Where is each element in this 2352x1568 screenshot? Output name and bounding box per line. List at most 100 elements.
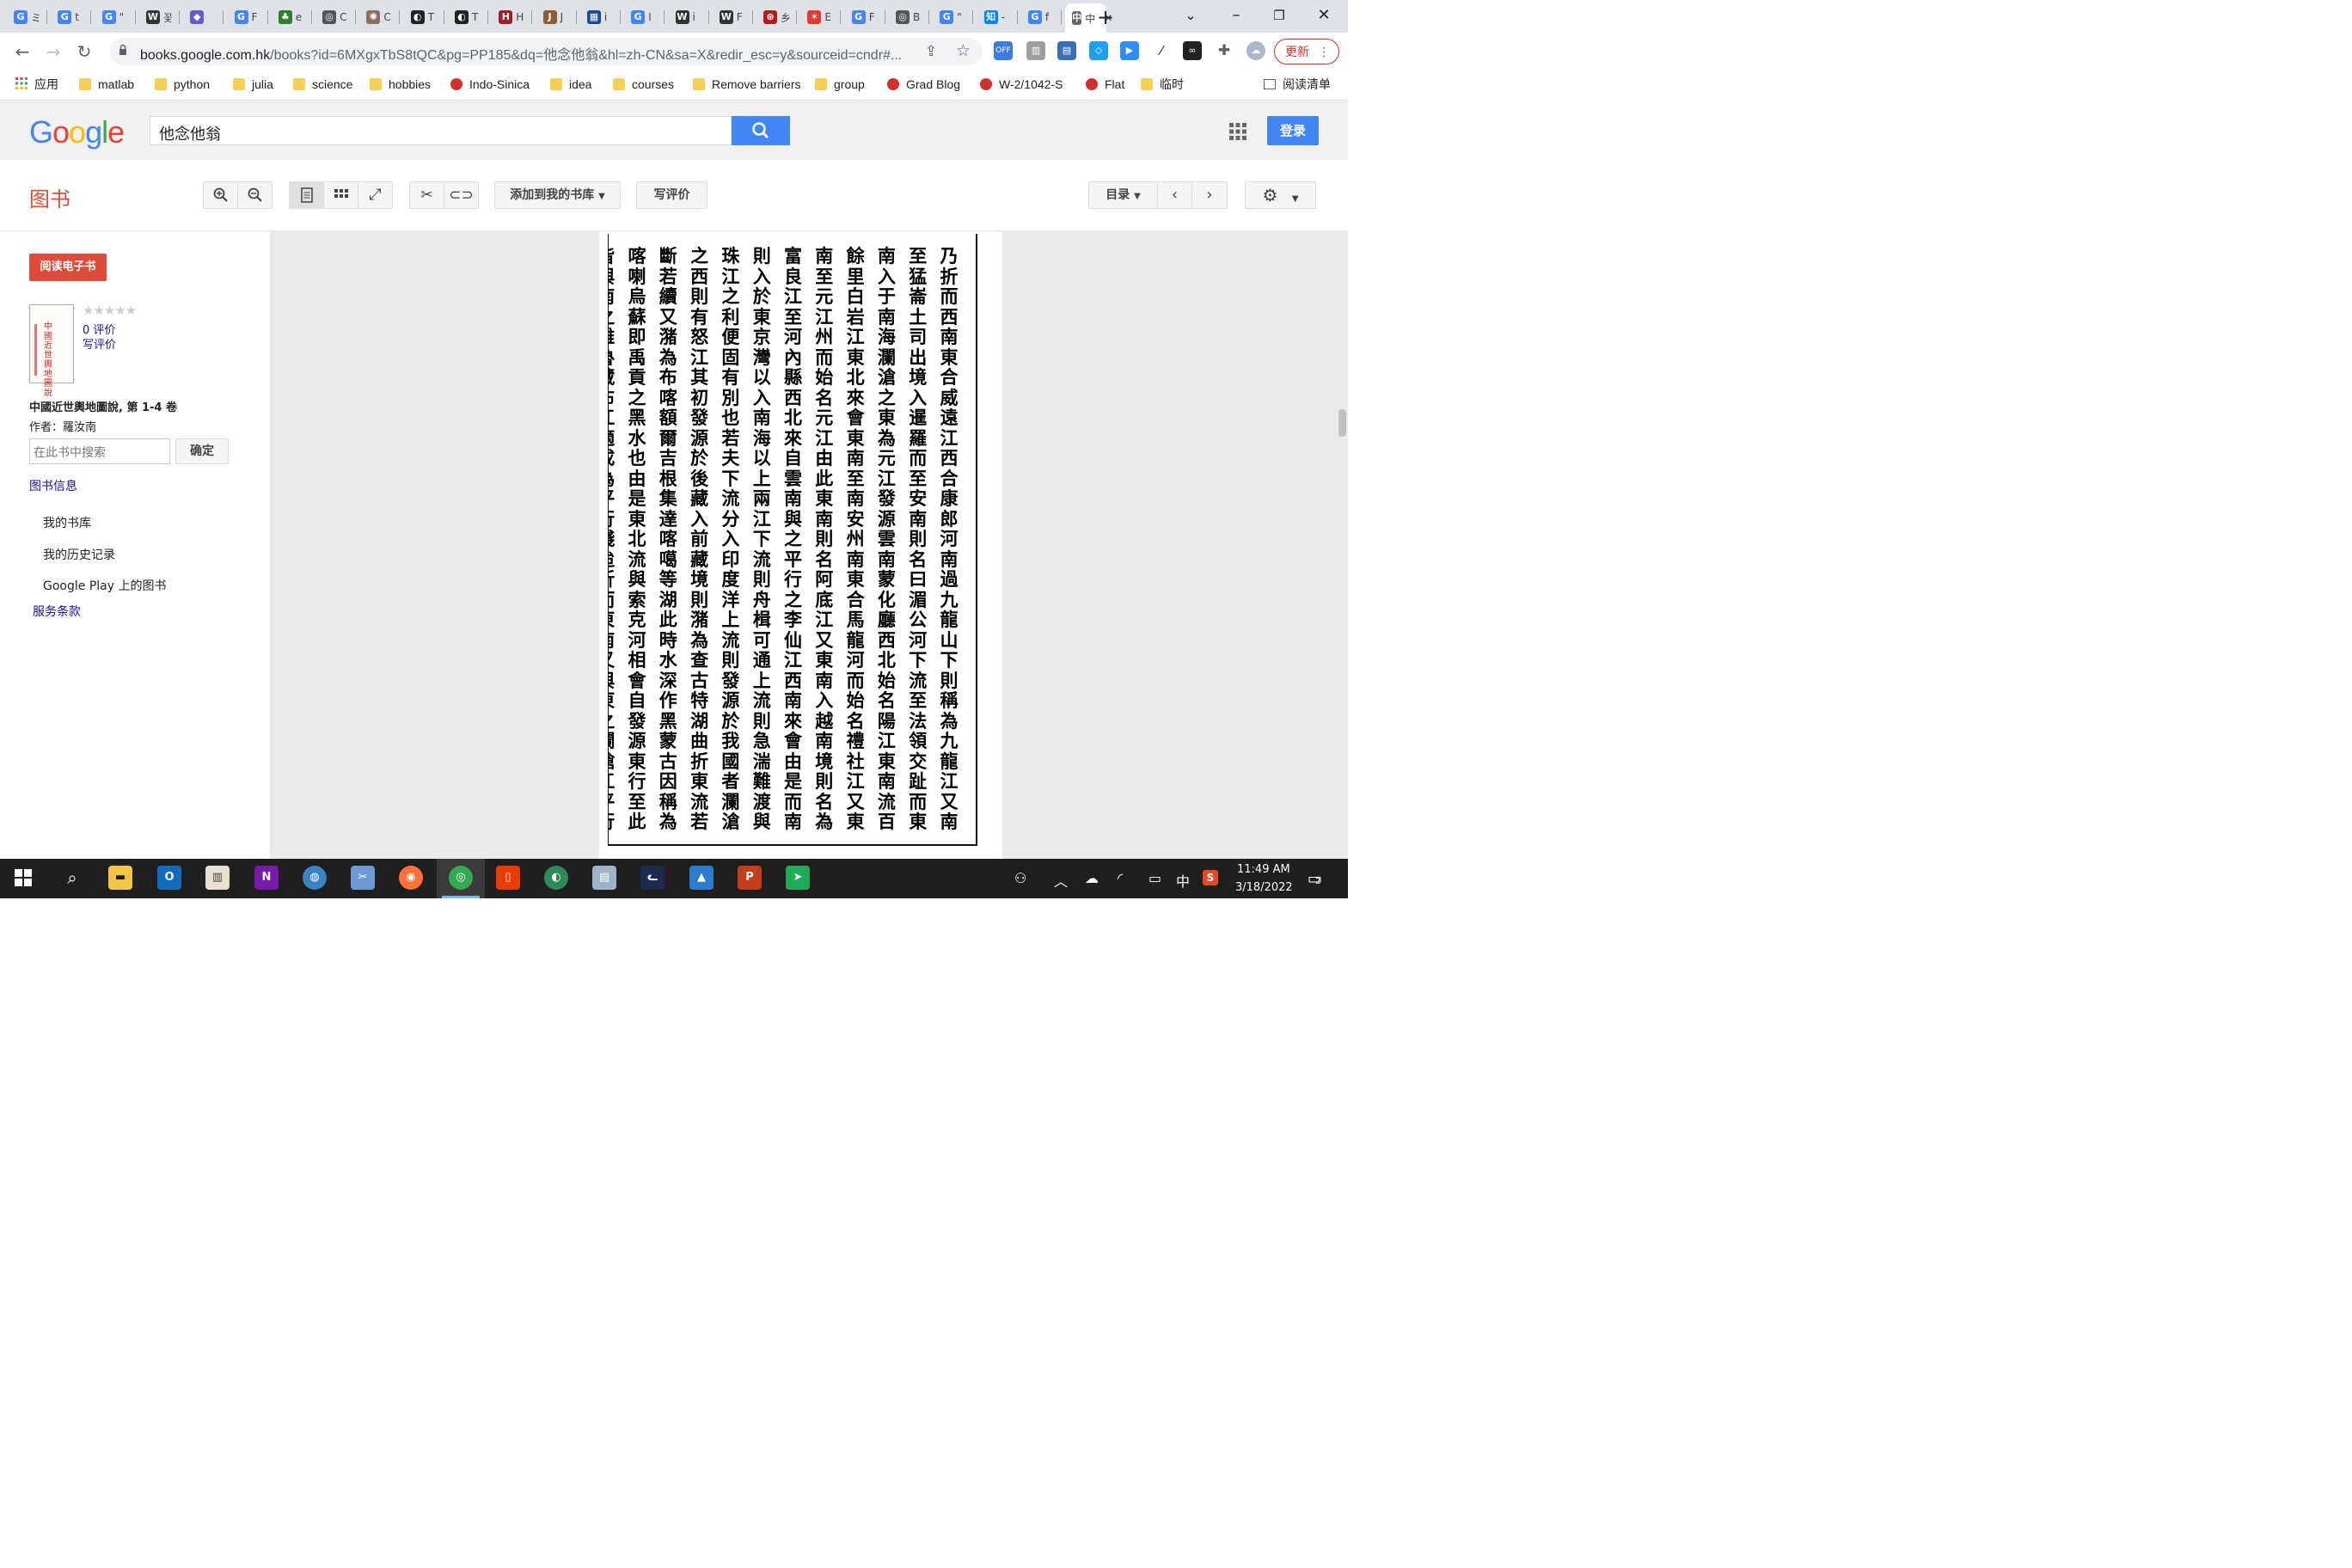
share-icon[interactable]: ⇪ bbox=[925, 43, 937, 60]
notifications-icon[interactable]: ▭2 bbox=[1308, 870, 1322, 888]
browser-tab[interactable]: ▦ i bbox=[580, 5, 621, 29]
extensions-puzzle-icon[interactable]: ✚ bbox=[1215, 41, 1234, 60]
books-section-title[interactable]: 图书 bbox=[29, 182, 70, 212]
start-button[interactable] bbox=[15, 869, 34, 888]
reload-button[interactable]: ↻ bbox=[72, 40, 96, 64]
login-button[interactable]: 登录 bbox=[1267, 116, 1319, 145]
extension-diamond-icon[interactable]: ◇ bbox=[1089, 41, 1108, 60]
single-page-view-button[interactable] bbox=[289, 181, 324, 209]
play-books-link[interactable]: Google Play 上的图书 bbox=[43, 577, 166, 594]
outlook-icon[interactable]: O bbox=[157, 866, 181, 890]
tab-search-icon[interactable]: ⌄ bbox=[1173, 3, 1208, 28]
onenote-icon[interactable]: N bbox=[254, 866, 279, 890]
bookmark-item[interactable]: hobbies bbox=[370, 76, 431, 93]
zoom-in-button[interactable] bbox=[203, 181, 238, 209]
battery-icon[interactable]: ▭ bbox=[1148, 870, 1161, 886]
close-window-button[interactable]: ✕ bbox=[1307, 3, 1341, 28]
terminal-cat-icon[interactable]: ᓚ bbox=[640, 866, 665, 890]
add-to-library-button[interactable]: 添加到我的书库 ▼ bbox=[494, 181, 621, 209]
bookmark-item[interactable]: Grad Blog bbox=[887, 76, 960, 93]
bookmark-item[interactable]: 应用 bbox=[15, 76, 58, 93]
reader-book-icon[interactable]: ▥ bbox=[205, 866, 230, 890]
write-review-link[interactable]: 写评价 bbox=[83, 335, 116, 352]
extension-notebook-icon[interactable]: ▤ bbox=[1057, 41, 1076, 60]
browser-tab[interactable]: ✶ E bbox=[800, 5, 842, 29]
ime-indicator[interactable]: 中 bbox=[1176, 870, 1190, 891]
browser-tab[interactable]: Gf bbox=[1021, 5, 1062, 29]
reading-list-button[interactable]: 阅读清单 bbox=[1264, 76, 1331, 93]
scanner-icon[interactable]: ▤ bbox=[592, 866, 616, 890]
browser-tab[interactable]: WF bbox=[713, 5, 753, 29]
file-explorer-icon[interactable]: ▬ bbox=[108, 866, 132, 890]
search-input[interactable]: 他念他翁 bbox=[150, 116, 732, 145]
app-arrow-icon[interactable]: ➤ bbox=[786, 866, 810, 890]
browser-tab[interactable]: JJ bbox=[536, 5, 577, 29]
show-hidden-icons-chevron[interactable]: ︿ bbox=[1054, 870, 1068, 891]
link-button[interactable]: ⊂⊃ bbox=[444, 181, 479, 209]
extension-book-icon[interactable]: ▥ bbox=[1026, 41, 1045, 60]
wifi-icon[interactable]: ◜ bbox=[1118, 870, 1123, 886]
book-cover[interactable]: 中國近世輿地圖說 bbox=[29, 304, 74, 398]
extension-zoom-icon[interactable]: ▶ bbox=[1120, 41, 1139, 60]
extension-off-icon[interactable]: OFF bbox=[994, 41, 1013, 60]
taskbar-search-icon[interactable]: ⌕ bbox=[60, 866, 84, 890]
browser-tab[interactable]: ◆ bbox=[183, 5, 224, 29]
new-tab-button[interactable]: + bbox=[1093, 5, 1118, 29]
update-button[interactable]: 更新 ⋮ bbox=[1274, 39, 1339, 64]
maps-globe-icon[interactable]: ◐ bbox=[544, 866, 568, 890]
browser-tab[interactable]: GF bbox=[845, 5, 885, 29]
photos-icon[interactable]: ▲ bbox=[689, 866, 714, 890]
restore-button[interactable]: ❐ bbox=[1262, 3, 1296, 28]
read-ebook-button[interactable]: 阅读电子书 bbox=[29, 254, 107, 281]
extension-glasses-icon[interactable]: ∞ bbox=[1183, 41, 1202, 60]
extension-signature-icon[interactable]: ⁄ bbox=[1152, 41, 1171, 60]
office-icon[interactable]: ▯ bbox=[496, 866, 520, 890]
previous-page-button[interactable]: ‹ bbox=[1157, 181, 1192, 209]
bookmark-item[interactable]: 临时 bbox=[1141, 76, 1184, 93]
bookmark-item[interactable]: Remove barriers bbox=[693, 76, 800, 93]
sogou-input-icon[interactable]: S bbox=[1203, 870, 1218, 885]
bookmark-item[interactable]: Indo-Sinica bbox=[450, 76, 530, 93]
browser-tab[interactable]: G " bbox=[95, 5, 136, 29]
terms-link[interactable]: 服务条款 bbox=[33, 603, 81, 620]
google-logo[interactable]: Google bbox=[29, 114, 125, 150]
browser-tab[interactable]: ♣ e bbox=[272, 5, 312, 29]
write-review-button[interactable]: 写评价 bbox=[636, 181, 707, 209]
chrome-icon[interactable]: ◎ bbox=[449, 866, 473, 890]
browser-tab[interactable]: Gミ bbox=[7, 5, 47, 29]
bookmark-item[interactable]: courses bbox=[613, 76, 674, 93]
zoom-out-button[interactable] bbox=[237, 181, 273, 209]
lock-icon[interactable] bbox=[119, 44, 127, 55]
firefox-icon[interactable]: ◉ bbox=[399, 866, 423, 890]
forward-button[interactable]: → bbox=[41, 40, 65, 64]
mail-globe-icon[interactable]: ◍ bbox=[303, 866, 327, 890]
viewer-scrollbar[interactable] bbox=[1338, 409, 1346, 437]
browser-tab[interactable]: ◐ T bbox=[448, 5, 488, 29]
browser-tab[interactable]: HH bbox=[492, 5, 533, 29]
browser-tab[interactable]: Wi bbox=[669, 5, 709, 29]
fullscreen-button[interactable]: ⤢ bbox=[358, 181, 393, 209]
thumbnail-view-button[interactable] bbox=[323, 181, 358, 209]
browser-tab[interactable]: 知- bbox=[977, 5, 1018, 29]
clip-button[interactable]: ✂ bbox=[409, 181, 444, 209]
bookmark-item[interactable]: python bbox=[155, 76, 210, 93]
history-link[interactable]: 我的历史记录 bbox=[43, 546, 115, 563]
bookmark-item[interactable]: idea bbox=[550, 76, 591, 93]
browser-tab[interactable]: ◐ T bbox=[404, 5, 444, 29]
bookmark-item[interactable]: W-2/1042-S bbox=[980, 76, 1063, 93]
next-page-button[interactable]: › bbox=[1191, 181, 1228, 209]
back-button[interactable]: ← bbox=[10, 40, 34, 64]
browser-tab[interactable]: GI bbox=[624, 5, 665, 29]
settings-button[interactable]: ⚙ ▼ bbox=[1245, 181, 1316, 209]
google-apps-icon[interactable] bbox=[1229, 123, 1246, 140]
url-text[interactable]: books.google.com.hk/books?id=6MXgxTbS8tQ… bbox=[140, 43, 902, 64]
clock-time[interactable]: 11:49 AM bbox=[1237, 863, 1290, 876]
bookmark-item[interactable]: matlab bbox=[79, 76, 134, 93]
snipping-tool-icon[interactable]: ✂ bbox=[351, 866, 375, 890]
browser-tab[interactable]: ✺ C bbox=[359, 5, 401, 29]
minimize-button[interactable]: – bbox=[1219, 3, 1253, 28]
browser-tab[interactable]: G " bbox=[933, 5, 974, 29]
browser-tab[interactable]: Gt bbox=[51, 5, 92, 29]
clock-date[interactable]: 3/18/2022 bbox=[1235, 881, 1293, 894]
my-library-link[interactable]: 我的书库 bbox=[43, 514, 91, 531]
